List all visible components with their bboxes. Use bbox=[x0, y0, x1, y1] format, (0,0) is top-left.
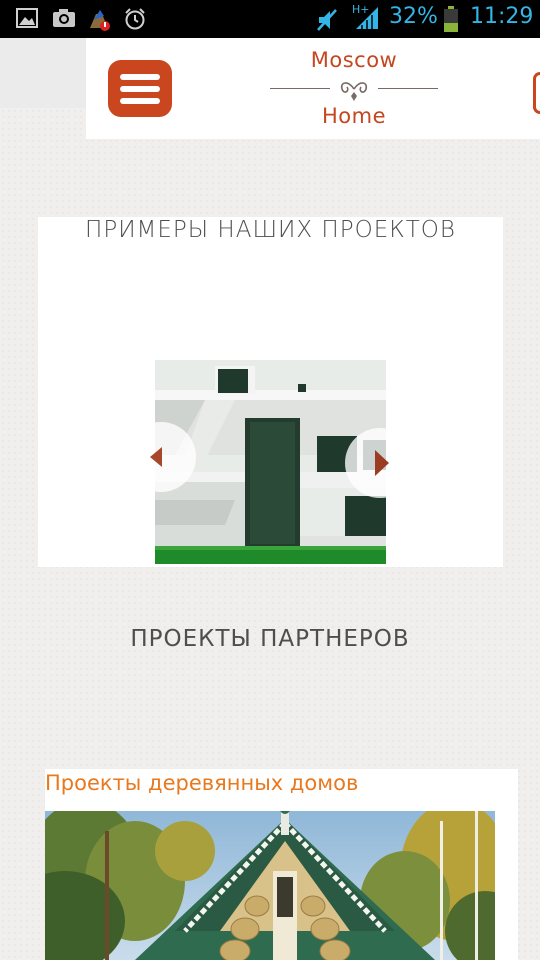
logo-ornament-icon bbox=[340, 82, 368, 101]
header-left-panel bbox=[0, 38, 86, 108]
menu-icon-bar bbox=[120, 86, 160, 92]
our-projects-title: ПРИМЕРЫ НАШИХ ПРОЕКТОВ bbox=[85, 217, 456, 243]
battery-percent: 32% bbox=[389, 4, 438, 29]
menu-button[interactable] bbox=[108, 60, 172, 117]
clock: 11:29 bbox=[470, 4, 534, 29]
status-bar: H+ 32% 11:29 bbox=[0, 0, 540, 38]
logo-divider bbox=[378, 88, 438, 89]
logo-text-bottom: Home bbox=[321, 104, 386, 128]
signal-icon bbox=[356, 7, 378, 29]
arrow-right-icon bbox=[375, 450, 389, 476]
wooden-house-photo[interactable] bbox=[45, 811, 495, 960]
camera-icon bbox=[53, 9, 75, 27]
menu-icon-bar bbox=[120, 74, 160, 80]
our-projects-card: ПРИМЕРЫ НАШИХ ПРОЕКТОВ bbox=[38, 217, 503, 567]
partner-card-wooden-houses: Проекты деревянных домов bbox=[45, 769, 518, 960]
gallery-icon bbox=[16, 8, 38, 28]
partners-title: ПРОЕКТЫ ПАРТНЕРОВ bbox=[130, 626, 410, 652]
arrow-left-icon bbox=[150, 447, 162, 467]
wooden-house-image bbox=[45, 811, 495, 960]
wooden-houses-link[interactable]: Проекты деревянных домов bbox=[45, 771, 358, 795]
battery-icon bbox=[444, 6, 458, 32]
logo-text-top: Moscow bbox=[310, 48, 398, 72]
slider-prev-button[interactable] bbox=[126, 422, 196, 492]
alarm-icon bbox=[125, 8, 145, 30]
menu-icon-bar bbox=[120, 98, 160, 104]
header-right-button-edge[interactable] bbox=[533, 72, 540, 114]
logo-divider bbox=[270, 88, 330, 89]
mute-icon bbox=[317, 9, 337, 31]
site-header: Moscow Home bbox=[86, 38, 540, 139]
notification-icon bbox=[90, 10, 110, 31]
site-logo[interactable]: Moscow Home bbox=[266, 46, 442, 132]
slider-next-button[interactable] bbox=[345, 428, 415, 498]
